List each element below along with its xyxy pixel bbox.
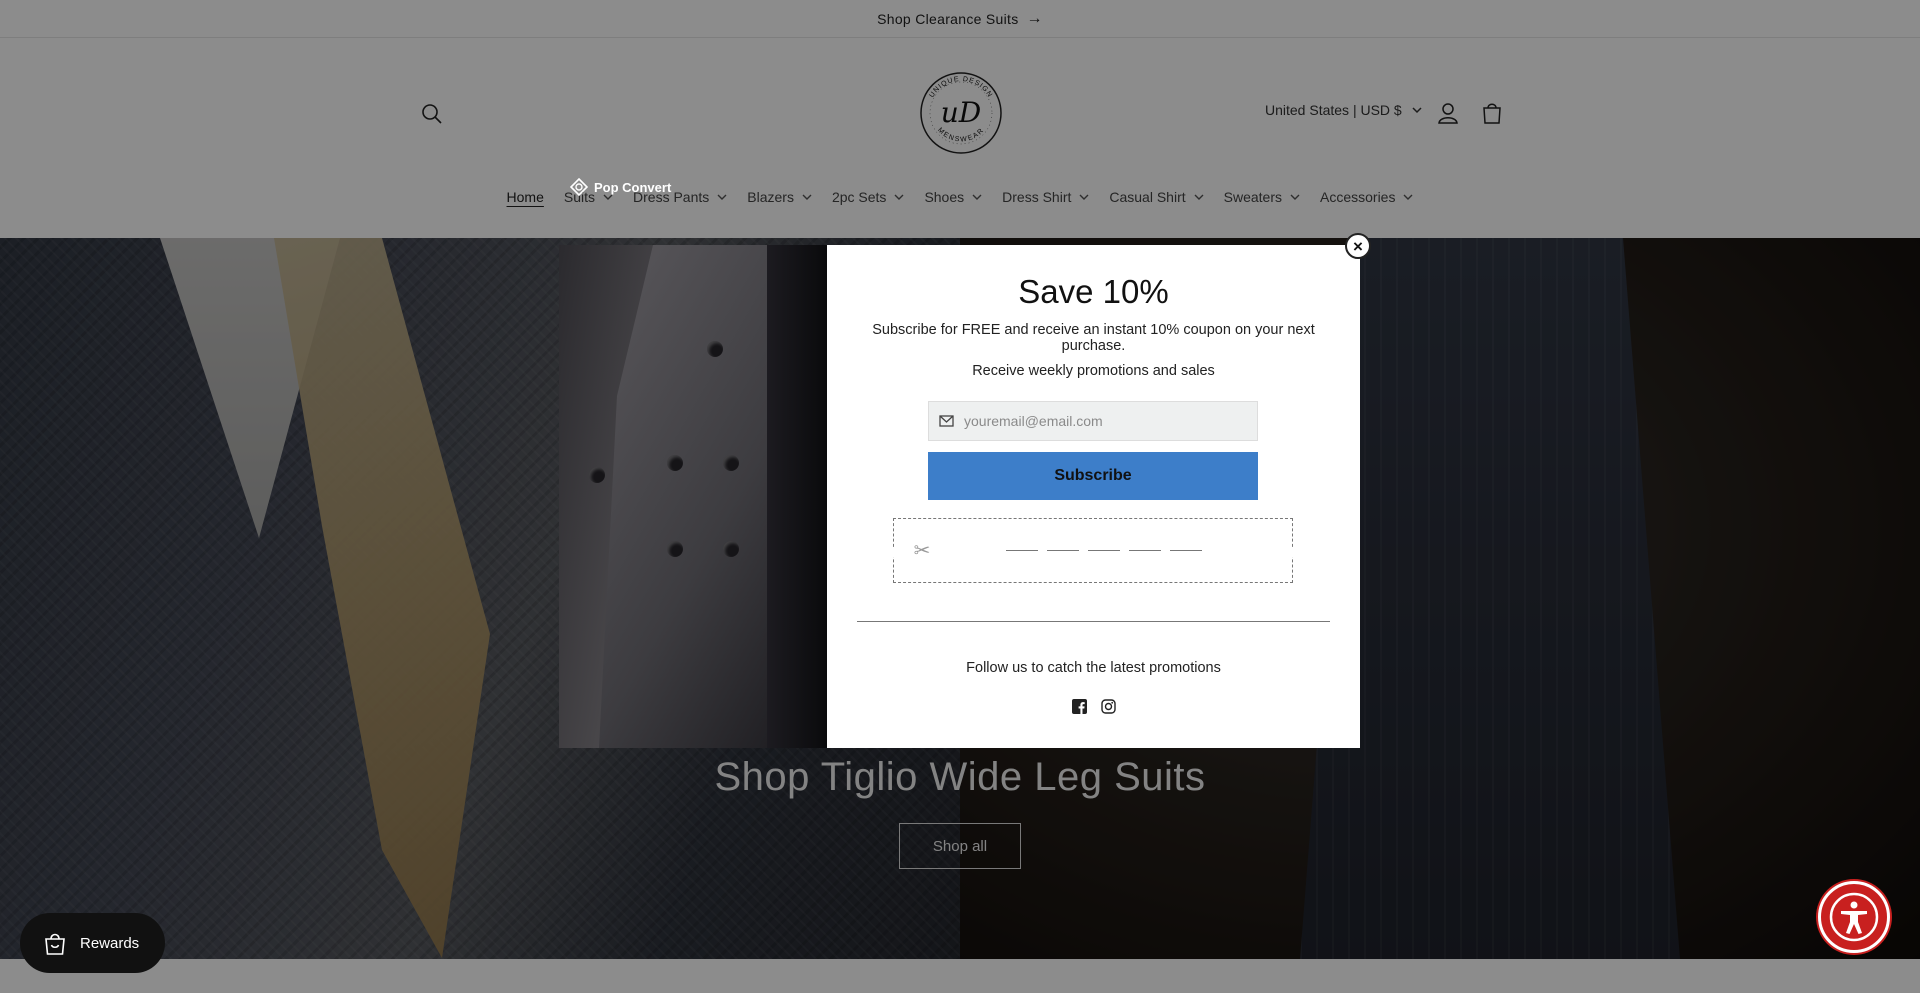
popconvert-logo-icon <box>570 178 588 196</box>
coupon-code-box: ✂ <box>889 518 1297 583</box>
suit-lapel <box>599 245 779 748</box>
subscribe-button[interactable]: Subscribe <box>928 452 1258 500</box>
rewards-launcher[interactable]: Rewards <box>20 913 165 973</box>
popconvert-label: Pop Convert <box>594 179 672 195</box>
suit-button <box>723 455 739 471</box>
suit-button <box>707 341 723 357</box>
suit-button <box>723 541 739 557</box>
accessibility-icon <box>1829 892 1879 942</box>
modal-close-button[interactable]: × <box>1345 233 1371 259</box>
subscribe-modal: Save 10% Subscribe for FREE and receive … <box>559 245 1360 748</box>
modal-subtitle-secondary: Receive weekly promotions and sales <box>972 363 1215 379</box>
suit-button <box>667 541 683 557</box>
modal-content: Save 10% Subscribe for FREE and receive … <box>827 245 1360 748</box>
modal-image-shadow <box>767 245 827 748</box>
scissors-icon: ✂ <box>913 539 931 562</box>
modal-suit-image <box>559 245 827 748</box>
facebook-icon[interactable] <box>1072 699 1087 714</box>
shopping-bag-icon <box>45 933 65 955</box>
email-input[interactable] <box>964 413 1234 429</box>
popconvert-badge[interactable]: Pop Convert <box>570 178 671 196</box>
modal-title: Save 10% <box>1018 273 1169 310</box>
follow-text: Follow us to catch the latest promotions <box>966 660 1221 676</box>
social-links <box>1072 699 1116 714</box>
coupon-code-placeholder <box>1006 550 1202 551</box>
mail-icon <box>939 415 954 427</box>
suit-button <box>667 455 683 471</box>
coupon-notch <box>1289 547 1297 557</box>
coupon-notch <box>889 547 897 557</box>
suit-button <box>589 467 605 483</box>
accessibility-button[interactable] <box>1818 881 1890 953</box>
modal-subtitle: Subscribe for FREE and receive an instan… <box>872 322 1315 354</box>
rewards-label: Rewards <box>80 934 140 952</box>
email-field[interactable] <box>928 401 1258 441</box>
instagram-icon[interactable] <box>1101 699 1116 714</box>
modal-divider <box>857 621 1330 622</box>
